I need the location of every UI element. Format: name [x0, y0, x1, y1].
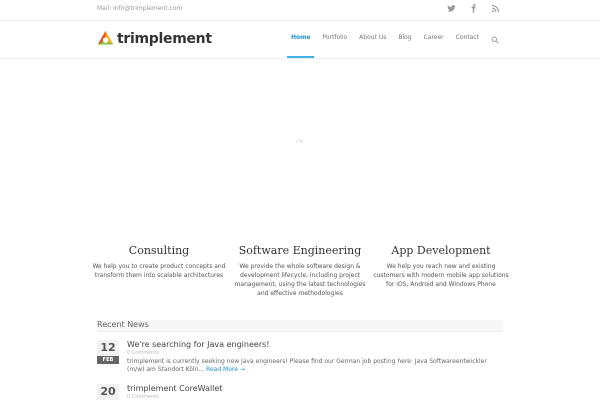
service-text: We provide the whole software design & d… — [234, 263, 366, 297]
site-header: trimplement Home Portfolio About Us Blog… — [0, 21, 600, 59]
news-body: trimplement CoreWallet 0 Comments — [127, 384, 503, 400]
service-app-development: App Development We help you reach new an… — [371, 244, 511, 289]
logo-wordmark: trimplement — [117, 30, 212, 47]
read-more-link[interactable]: Read More → — [206, 366, 245, 373]
contact-mail[interactable]: Mail: info@trimplement.com — [97, 5, 182, 12]
logo[interactable]: trimplement — [97, 30, 212, 47]
main-nav: Home Portfolio About Us Blog Career Cont… — [279, 21, 499, 58]
top-bar: Mail: info@trimplement.com — [0, 0, 600, 21]
date-month: FEB — [97, 356, 119, 364]
news-title[interactable]: We're searching for Java engineers! — [127, 340, 503, 349]
section-heading: Recent News — [97, 320, 503, 332]
twitter-icon[interactable] — [447, 4, 456, 13]
social-links — [447, 4, 500, 13]
date-badge: 20 — [97, 384, 119, 400]
news-comments[interactable]: 0 Comments — [127, 350, 503, 356]
date-day: 12 — [97, 340, 119, 356]
nav-blog[interactable]: Blog — [398, 21, 411, 58]
nav-contact[interactable]: Contact — [456, 21, 479, 58]
service-title: Software Engineering — [238, 244, 362, 257]
nav-career[interactable]: Career — [424, 21, 444, 58]
service-software-engineering: Software Engineering We provide the whol… — [230, 244, 370, 298]
nav-about-us[interactable]: About Us — [359, 21, 386, 58]
service-title: App Development — [391, 244, 491, 257]
news-body: We're searching for Java engineers! 0 Co… — [127, 340, 503, 374]
loading-spinner-icon — [295, 139, 303, 144]
news-excerpt-text: trimplement is currently seeking new Jav… — [127, 358, 487, 373]
news-title[interactable]: trimplement CoreWallet — [127, 384, 503, 393]
news-comments[interactable]: 0 Comments — [127, 394, 503, 400]
nav-portfolio[interactable]: Portfolio — [322, 21, 347, 58]
rss-icon[interactable] — [491, 4, 500, 13]
service-title: Consulting — [128, 244, 190, 257]
nav-home[interactable]: Home — [286, 21, 316, 58]
service-consulting: Consulting We help you to create product… — [89, 244, 229, 280]
service-text: We help you reach new and existing custo… — [373, 263, 509, 288]
service-text: We help you to create product concepts a… — [92, 263, 226, 279]
news-excerpt: trimplement is currently seeking new Jav… — [127, 358, 503, 374]
search-icon[interactable] — [491, 36, 499, 44]
recent-news: Recent News 12 FEB We're searching for J… — [97, 320, 503, 400]
date-day: 20 — [97, 384, 119, 400]
facebook-icon[interactable] — [469, 4, 478, 13]
date-badge: 12 FEB — [97, 340, 119, 364]
logo-icon — [97, 30, 114, 45]
